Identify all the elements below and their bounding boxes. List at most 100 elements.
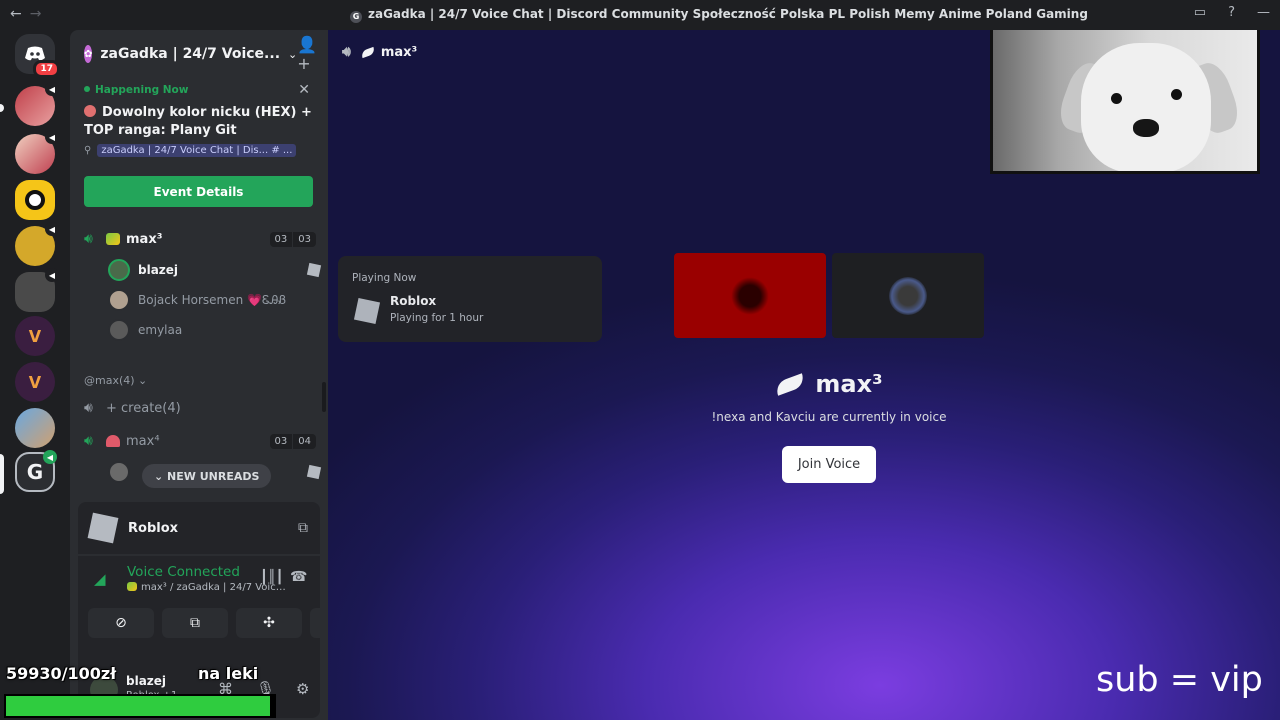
minimize-icon[interactable]: —: [1257, 5, 1270, 20]
playing-now-card[interactable]: Playing Now Roblox Playing for 1 hour: [338, 256, 602, 342]
event-details-button[interactable]: Event Details: [84, 176, 313, 207]
server-icon-5[interactable]: ◀: [15, 268, 59, 312]
voice-actions: ⊘ ⧉ ✣ ✺: [88, 608, 328, 638]
speaker-icon: 🔊︎: [342, 44, 351, 60]
dog-image: [1081, 43, 1211, 171]
activity-panel[interactable]: Roblox ⧉: [78, 502, 320, 554]
screen-share-icon: ⧉: [190, 615, 200, 631]
member-name: Bojack Horsemen 💗ᏋᎯᏰ: [138, 292, 287, 307]
event-title: Dowolny kolor nicku (HEX) + TOP ranga: P…: [84, 104, 314, 140]
category-max4[interactable]: @max(4) ⌄: [84, 374, 147, 387]
camera-off-icon: ⊘: [115, 615, 127, 631]
title-bar: ←→ GzaGadka | 24/7 Voice Chat | Discord …: [0, 0, 1280, 30]
scrollbar[interactable]: [322, 382, 326, 412]
signal-icon[interactable]: ◢: [94, 570, 106, 588]
playing-time: Playing for 1 hour: [390, 312, 484, 324]
screen-share-button[interactable]: ⧉: [162, 608, 228, 638]
server-logo-icon: G: [350, 11, 362, 23]
add-user-icon[interactable]: 👤+: [297, 35, 317, 73]
back-arrow-icon[interactable]: ←: [10, 6, 30, 22]
server-rail: 17 ◀ ◀ ◀ ◀ ᐯ ᐯ G ◀: [0, 30, 70, 720]
avatar: [889, 276, 927, 315]
event-status: Happening Now: [84, 84, 314, 96]
event-location[interactable]: ⚲ zaGadka | 24/7 Voice Chat | Dis... # ..…: [84, 144, 314, 157]
forward-arrow-icon[interactable]: →: [30, 6, 50, 22]
voice-channel-create[interactable]: 🔊︎ + create(4): [78, 393, 322, 423]
speaker-icon: 🔊︎: [84, 400, 93, 416]
speaker-icon: ◀: [43, 450, 57, 464]
location-pin-icon: ⚲: [84, 145, 92, 156]
speaker-icon: 🔊︎: [84, 433, 93, 449]
server-icon-zagadka[interactable]: G ◀: [15, 450, 57, 492]
server-icon-3[interactable]: [15, 180, 55, 220]
close-icon[interactable]: ✕: [298, 82, 310, 98]
stage-header: 🔊︎ max³: [342, 44, 417, 60]
channel-name: + create(4): [106, 400, 181, 416]
server-icon-8[interactable]: [15, 408, 55, 448]
noise-suppression-icon[interactable]: ┃║┃: [260, 570, 283, 585]
avatar: [108, 319, 130, 341]
voice-status[interactable]: Voice Connected: [127, 564, 240, 580]
voice-connection-panel: ◢ Voice Connected max³ / zaGadka | 24/7 …: [78, 556, 328, 666]
channel-emoji-icon: [106, 233, 120, 245]
activities-icon: ✣: [263, 615, 275, 631]
server-icon-7[interactable]: ᐯ: [15, 362, 55, 402]
voice-channel-max3[interactable]: 🔊︎ max³ 03 03: [78, 224, 322, 254]
channel-name: max³: [126, 231, 163, 247]
new-unreads-pill[interactable]: ⌄ NEW UNREADS: [142, 464, 272, 488]
event-title-text: Dowolny kolor nicku (HEX) + TOP ranga: P…: [84, 105, 312, 138]
stream-screen-icon[interactable]: ⧉: [298, 520, 308, 536]
camera-off-button[interactable]: ⊘: [88, 608, 154, 638]
webcam-overlay: [990, 30, 1260, 174]
window-title: GzaGadka | 24/7 Voice Chat | Discord Com…: [350, 7, 1088, 23]
server-header[interactable]: ✿ zaGadka | 24/7 Voice... ⌄ 👤+: [70, 30, 328, 78]
voice-channel-max4[interactable]: 🔊︎ max⁴ 03 04: [78, 426, 322, 456]
speaker-icon: ◀: [45, 268, 59, 282]
soundboard-button[interactable]: ✺: [310, 608, 328, 638]
nav-arrows: ←→: [10, 6, 49, 22]
channel-name: max⁴: [126, 433, 160, 449]
help-icon[interactable]: ?: [1228, 5, 1235, 20]
member-blazej[interactable]: blazej: [108, 256, 322, 284]
unread-pill: [0, 104, 4, 112]
member-bojack[interactable]: Bojack Horsemen 💗ᏋᎯᏰ: [108, 286, 320, 314]
participant-tile-1[interactable]: [674, 253, 826, 338]
speaker-icon: ◀: [45, 130, 59, 144]
avatar: [108, 289, 130, 311]
donation-goal: na leki: [198, 664, 259, 683]
voice-stage: 🔊︎ max³ Playing Now Roblox Playing for 1…: [328, 30, 1280, 720]
donation-progress-fill: [6, 696, 270, 716]
chevron-down-icon: ⌄: [288, 47, 298, 61]
user-count: 03 04: [269, 433, 316, 449]
inbox-icon[interactable]: ▭: [1194, 5, 1206, 20]
leaf-icon: [360, 46, 376, 58]
donation-counter: 59930/100zł: [6, 664, 117, 683]
activities-button[interactable]: ✣: [236, 608, 302, 638]
user-count: 03 03: [269, 231, 316, 247]
event-location-chip: zaGadka | 24/7 Voice Chat | Dis... # ...: [97, 144, 297, 157]
server-name: zaGadka | 24/7 Voice...: [100, 46, 281, 62]
roblox-icon: [306, 464, 322, 480]
server-icon-2[interactable]: ◀: [15, 130, 59, 174]
center-description: !nexa and Kavciu are currently in voice: [711, 410, 947, 424]
server-boost-icon: ✿: [84, 45, 93, 63]
member-name: emylaa: [138, 323, 183, 337]
channel-info: max³ !nexa and Kavciu are currently in v…: [674, 370, 984, 483]
sub-vip-text: sub = vip: [1096, 660, 1263, 700]
window-title-text: zaGadka | 24/7 Voice Chat | Discord Comm…: [368, 7, 1088, 21]
join-voice-button[interactable]: Join Voice: [781, 446, 877, 483]
server-icon-4[interactable]: ◀: [15, 222, 59, 266]
speaker-icon: ◀: [45, 82, 59, 96]
roblox-icon: [353, 297, 381, 325]
server-icon-1[interactable]: ◀: [15, 82, 59, 126]
selected-server-pill: [0, 454, 4, 494]
member-emylaa[interactable]: emylaa: [108, 316, 320, 344]
participant-tile-2[interactable]: [832, 253, 984, 338]
direct-messages-icon[interactable]: 17: [15, 34, 60, 78]
server-icon-6[interactable]: ᐯ: [15, 316, 55, 356]
roblox-icon: [87, 512, 119, 544]
palette-icon: [84, 105, 96, 117]
settings-gear-icon[interactable]: ⚙: [296, 680, 309, 698]
disconnect-icon[interactable]: ☎: [290, 569, 307, 585]
speaker-icon: 🔊︎: [84, 231, 93, 247]
